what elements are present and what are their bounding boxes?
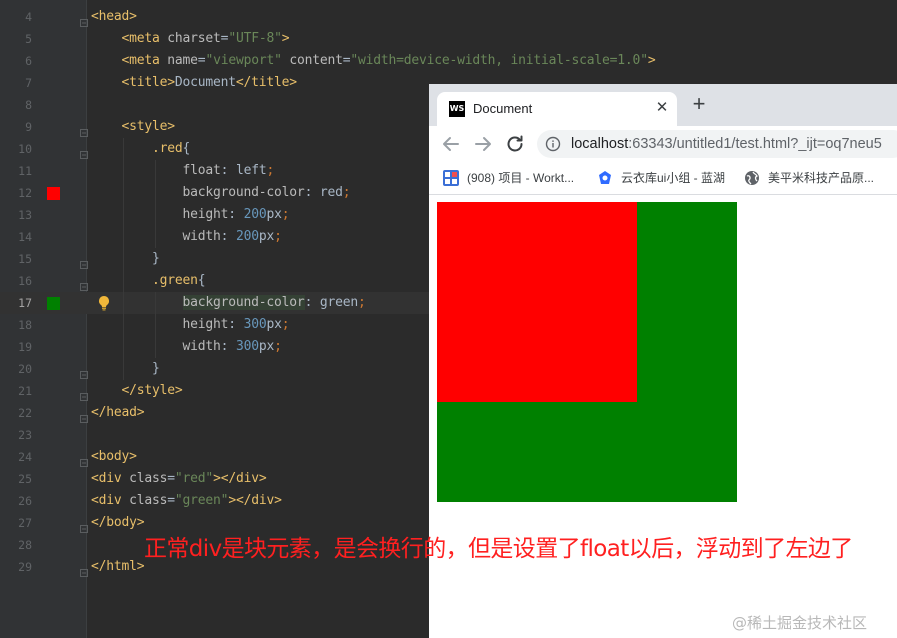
code-text[interactable]: width: 300px; (91, 336, 282, 358)
fold-marker-icon[interactable] (80, 364, 88, 379)
code-text[interactable]: background-color: red; (91, 182, 351, 204)
code-text[interactable]: </style> (91, 380, 183, 402)
line-number: 7 (25, 76, 32, 90)
line-number: 15 (18, 252, 32, 266)
line-number: 5 (25, 32, 32, 46)
line-number: 14 (18, 230, 32, 244)
line-number: 8 (25, 98, 32, 112)
line-number: 22 (18, 406, 32, 420)
annotation-text: 正常div是块元素，是会换行的，但是设置了float以后，浮动到了左边了 (144, 536, 853, 562)
indent-guide (123, 138, 124, 380)
lanhu-icon (597, 170, 613, 186)
code-line[interactable]: 4 <head> (0, 6, 897, 28)
bookmark-label: 美平米科技产品原... (768, 171, 875, 185)
code-text[interactable]: .red{ (91, 138, 190, 160)
code-text[interactable]: height: 300px; (91, 314, 290, 336)
browser-toolbar: localhost:63343/untitled1/test.html?_ijt… (429, 126, 897, 162)
code-text[interactable]: background-color: green; (91, 292, 366, 314)
code-text[interactable]: float: left; (91, 160, 275, 182)
fold-marker-icon[interactable] (80, 122, 88, 137)
code-line[interactable]: 6 <meta name="viewport" content="width=d… (0, 50, 897, 72)
fold-marker-icon[interactable] (80, 518, 88, 533)
code-text[interactable]: <div class="red"></div> (91, 468, 267, 490)
line-number: 29 (18, 560, 32, 574)
fold-marker-icon[interactable] (80, 562, 88, 577)
code-text[interactable]: } (91, 248, 160, 270)
tab-title: Document (473, 101, 533, 116)
code-text[interactable]: width: 200px; (91, 226, 282, 248)
line-number: 23 (18, 428, 32, 442)
line-number: 26 (18, 494, 32, 508)
site-info-icon[interactable] (545, 136, 561, 152)
bookmark-label: 云衣库ui小组 - 蓝湖 (621, 171, 726, 185)
bookmark-lanhu[interactable]: 云衣库ui小组 - 蓝湖 (597, 170, 737, 186)
bookmark-label: (908) 项目 - Workt... (467, 171, 575, 185)
watermark: @稀土掘金技术社区 (732, 614, 868, 632)
code-text[interactable]: <head> (91, 6, 137, 28)
fold-marker-icon[interactable] (80, 386, 88, 401)
code-text[interactable]: <body> (91, 446, 137, 468)
new-tab-plus-icon[interactable]: + (687, 93, 711, 117)
code-text[interactable]: .green{ (91, 270, 206, 292)
indent-guide (155, 292, 156, 358)
browser-tab[interactable]: WS Document ✕ (437, 92, 677, 126)
address-bar[interactable]: localhost:63343/untitled1/test.html?_ijt… (537, 130, 897, 158)
line-number: 25 (18, 472, 32, 486)
forward-arrow-icon[interactable] (471, 132, 495, 156)
fold-marker-icon[interactable] (80, 452, 88, 467)
line-number: 18 (18, 318, 32, 332)
fold-marker-icon[interactable] (80, 254, 88, 269)
line-number: 20 (18, 362, 32, 376)
code-text[interactable]: <style> (91, 116, 176, 138)
url-text[interactable]: localhost:63343/untitled1/test.html?_ijt… (571, 136, 882, 152)
code-text[interactable]: </body> (91, 512, 145, 534)
fold-marker-icon[interactable] (80, 144, 88, 159)
line-number: 9 (25, 120, 32, 134)
line-number: 10 (18, 142, 32, 156)
line-number: 17 (18, 296, 32, 310)
url-host: localhost (571, 136, 629, 152)
code-text[interactable]: } (91, 358, 160, 380)
line-number: 19 (18, 340, 32, 354)
fold-marker-icon[interactable] (80, 12, 88, 27)
line-number: 6 (25, 54, 32, 68)
code-text[interactable]: </html> (91, 556, 145, 578)
back-arrow-icon[interactable] (439, 132, 463, 156)
worktile-icon (443, 170, 459, 186)
fold-marker-icon[interactable] (80, 408, 88, 423)
line-number: 12 (18, 186, 32, 200)
line-number: 28 (18, 538, 32, 552)
line-number: 13 (18, 208, 32, 222)
code-text[interactable]: height: 200px; (91, 204, 290, 226)
line-number: 16 (18, 274, 32, 288)
bookmarks-bar: (908) 项目 - Workt... 云衣库ui小组 - 蓝湖 美平米科技产品… (429, 162, 897, 195)
line-number: 4 (25, 10, 32, 24)
line-number: 21 (18, 384, 32, 398)
tab-close-icon[interactable]: ✕ (652, 98, 672, 118)
webstorm-favicon-icon: WS (449, 101, 465, 117)
code-text[interactable]: <div class="green"></div> (91, 490, 282, 512)
reload-icon[interactable] (503, 132, 527, 156)
color-swatch-icon[interactable] (47, 297, 60, 310)
fold-marker-icon[interactable] (80, 276, 88, 291)
bookmark-worktile[interactable]: (908) 项目 - Workt... (443, 170, 593, 186)
indent-guide (155, 160, 156, 248)
bookmark-meipingmi[interactable]: 美平米科技产品原... (744, 170, 894, 186)
code-text[interactable]: <meta name="viewport" content="width=dev… (91, 50, 656, 72)
line-number: 27 (18, 516, 32, 530)
red-floated-div-box (437, 202, 637, 402)
line-number: 11 (18, 164, 32, 178)
tab-strip: WS Document ✕ + (429, 84, 897, 126)
code-text[interactable]: <meta charset="UTF-8"> (91, 28, 290, 50)
page-viewport (429, 195, 897, 638)
code-line[interactable]: 5 <meta charset="UTF-8"> (0, 28, 897, 50)
globe-icon (744, 170, 760, 186)
url-path: :63343/untitled1/test.html?_ijt=oq7neu5 (628, 136, 882, 152)
color-swatch-icon[interactable] (47, 187, 60, 200)
code-text[interactable]: </head> (91, 402, 145, 424)
line-number: 24 (18, 450, 32, 464)
code-text[interactable]: <title>Document</title> (91, 72, 298, 94)
